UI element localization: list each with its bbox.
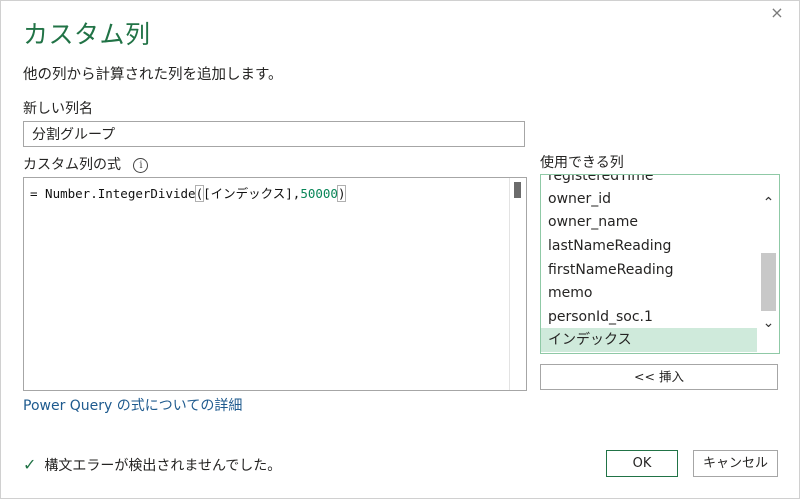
formula-label-row: カスタム列の式 i [23,154,149,174]
list-item[interactable]: personId_soc.1 [541,305,757,329]
columns-scroll-thumb[interactable] [761,253,776,311]
formula-help-link[interactable]: Power Query の式についての詳細 [23,395,242,415]
custom-column-dialog: × カスタム列 他の列から計算された列を追加します。 新しい列名 カスタム列の式… [0,0,800,499]
scroll-down-icon[interactable]: ⌄ [758,315,779,331]
list-item-selected[interactable]: インデックス [541,328,757,352]
formula-editor[interactable]: = Number.IntegerDivide([インデックス],50000) [23,177,527,391]
dialog-subtitle: 他の列から計算された列を追加します。 [23,67,283,83]
ok-button[interactable]: OK [606,450,678,477]
list-item[interactable]: memo [541,281,757,305]
insert-button[interactable]: << 挿入 [540,364,778,390]
formula-close-paren: ) [337,185,347,202]
list-item[interactable]: owner_name [541,210,757,234]
syntax-status-text: 構文エラーが検出されませんでした。 [44,458,282,474]
formula-argument: [インデックス], [203,186,301,201]
list-item[interactable]: registeredTime [541,175,757,188]
formula-scroll-thumb[interactable] [514,182,521,198]
info-icon[interactable]: i [133,158,149,173]
dialog-title: カスタム列 [23,20,151,49]
syntax-status: ✓ 構文エラーが検出されませんでした。 [23,455,281,475]
scroll-up-icon[interactable]: ⌃ [758,195,779,211]
list-item[interactable]: owner_id [541,187,757,211]
close-icon[interactable]: × [769,5,785,21]
new-column-name-input[interactable] [23,121,525,147]
new-column-name-label: 新しい列名 [23,101,93,117]
formula-function: = Number.IntegerDivide [30,186,196,201]
formula-number: 50000 [300,186,338,201]
list-item[interactable]: firstNameReading [541,258,757,282]
formula-open-paren: ( [194,185,205,202]
list-item[interactable]: lastNameReading [541,234,757,258]
formula-scrollbar[interactable] [509,178,526,390]
columns-scrollbar[interactable]: ⌃ ⌄ [758,175,779,353]
formula-text: = Number.IntegerDivide([インデックス],50000) [30,183,347,202]
formula-label: カスタム列の式 [23,157,121,173]
cancel-button[interactable]: キャンセル [693,450,778,477]
check-icon: ✓ [23,455,37,474]
available-columns-label: 使用できる列 [540,155,624,171]
available-columns-list[interactable]: registeredTime owner_id owner_name lastN… [540,174,780,354]
